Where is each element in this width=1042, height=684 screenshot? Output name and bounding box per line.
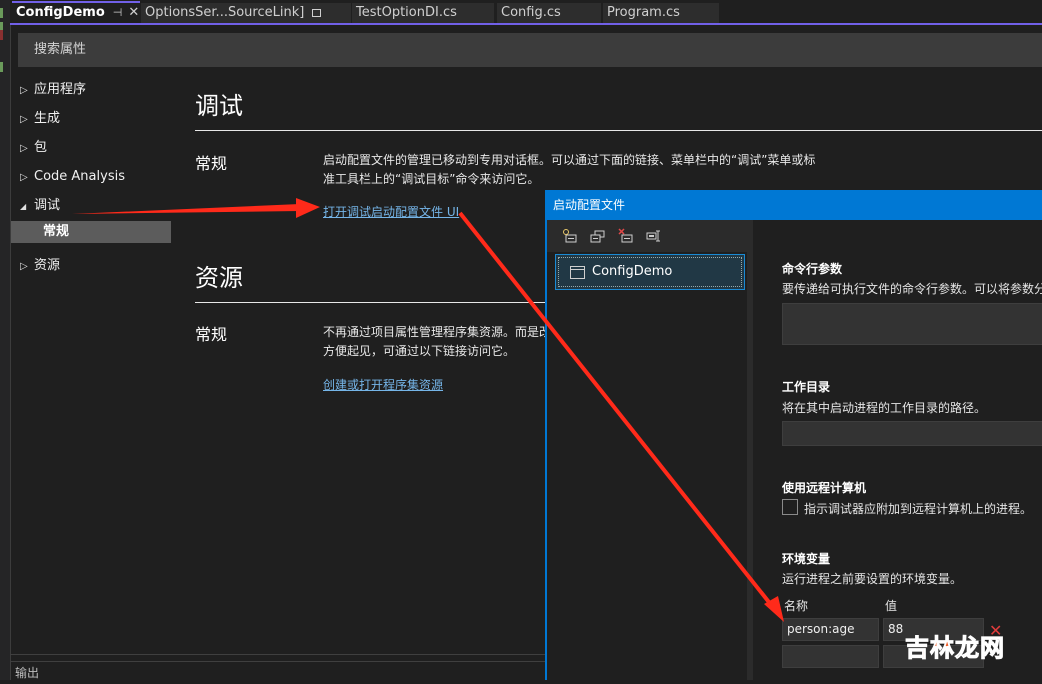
strip-marker <box>0 62 3 72</box>
nav-label: 包 <box>34 140 48 155</box>
delete-profile-icon[interactable] <box>618 228 634 244</box>
nav-label: Code Analysis <box>34 169 125 184</box>
nav-item-debug[interactable]: ◢ 调试 <box>20 195 60 217</box>
cmd-args-label: 命令行参数 <box>782 262 843 276</box>
subsection-title: 常规 <box>195 154 228 173</box>
tab-label: TestOptionDI.cs <box>356 5 457 20</box>
tab-accent-line <box>10 23 1042 25</box>
tab-program[interactable]: Program.cs <box>603 3 719 23</box>
section-description: 不再通过项目属性管理程序集资源。而是改 方便起见，可通过以下链接访问它。 <box>323 323 551 361</box>
nav-item-application[interactable]: ▷ 应用程序 <box>20 79 86 101</box>
pin-icon[interactable]: ⊣ <box>113 6 123 19</box>
desc-line: 准工具栏上的“调试目标”命令来访问它。 <box>323 172 540 186</box>
subsection-title: 常规 <box>195 325 228 344</box>
env-name-input-empty[interactable] <box>782 645 879 668</box>
remote-machine-label: 使用远程计算机 <box>782 481 867 495</box>
copy-profile-icon[interactable] <box>590 228 606 244</box>
nav-label: 资源 <box>34 258 61 273</box>
search-properties-input[interactable]: 搜索属性 <box>18 33 1042 67</box>
expand-icon: ▷ <box>20 143 28 154</box>
watermark: 吉林龙网 <box>905 628 1005 663</box>
nav-item-build[interactable]: ▷ 生成 <box>20 108 60 130</box>
tab-label: OptionsSer...SourceLink] <box>145 5 305 20</box>
env-vars-desc: 运行进程之前要设置的环境变量。 <box>782 572 963 586</box>
cmd-args-desc: 要传递给可执行文件的命令行参数。可以将参数分 <box>782 282 1042 296</box>
nav-label: 调试 <box>34 198 61 213</box>
remote-machine-checkbox[interactable] <box>782 499 798 515</box>
tab-label: Config.cs <box>501 5 561 20</box>
close-icon[interactable]: ✕ <box>128 5 139 20</box>
document-tab-bar: ConfigDemo ⊣ ✕ OptionsSer...SourceLink] Te… <box>10 0 1042 23</box>
nav-item-code-analysis[interactable]: ▷ Code Analysis <box>20 166 125 188</box>
working-dir-input[interactable] <box>782 421 1042 446</box>
nav-label: 应用程序 <box>34 82 87 97</box>
new-profile-icon[interactable] <box>562 228 578 244</box>
section-description: 启动配置文件的管理已移动到专用对话框。可以通过下面的链接、菜单栏中的“调试”菜单… <box>323 151 815 189</box>
section-divider <box>195 130 1042 131</box>
strip-marker <box>0 8 3 18</box>
expand-icon: ▷ <box>20 261 28 272</box>
open-debug-launch-profiles-link[interactable]: 打开调试启动配置文件 UI <box>323 203 459 220</box>
nav-label: 生成 <box>34 111 61 126</box>
panel-divider <box>10 654 546 655</box>
working-dir-label: 工作目录 <box>782 380 831 394</box>
tab-label: ConfigDemo <box>16 5 105 20</box>
env-col-name: 名称 <box>784 599 809 613</box>
section-divider <box>195 302 546 303</box>
window-icon <box>570 266 585 279</box>
output-panel-tab[interactable]: 输出 <box>10 661 546 680</box>
section-title-resources: 资源 <box>195 264 243 292</box>
rename-profile-icon[interactable] <box>646 228 662 244</box>
cmd-args-input[interactable] <box>782 303 1042 345</box>
focus-rect <box>558 257 742 287</box>
nav-item-package[interactable]: ▷ 包 <box>20 137 47 159</box>
collapse-icon: ◢ <box>20 202 27 211</box>
env-vars-label: 环境变量 <box>782 552 831 566</box>
tab-label: Program.cs <box>607 5 680 20</box>
left-tool-strip <box>0 0 11 680</box>
profile-item-configdemo[interactable]: ConfigDemo <box>555 254 745 290</box>
expand-icon: ▷ <box>20 114 28 125</box>
expand-icon: ▷ <box>20 85 28 96</box>
tab-testoptiondi[interactable]: TestOptionDI.cs <box>352 3 494 23</box>
tab-optionsservice[interactable]: OptionsSer...SourceLink] <box>141 3 351 23</box>
nav-item-resources[interactable]: ▷ 资源 <box>20 255 60 277</box>
remote-machine-checkbox-label: 指示调试器应附加到远程计算机上的进程。 <box>804 502 1033 516</box>
desc-line: 启动配置文件的管理已移动到专用对话框。可以通过下面的链接、菜单栏中的“调试”菜单… <box>323 153 816 167</box>
tab-config[interactable]: Config.cs <box>497 3 601 23</box>
arrow-to-link <box>72 198 320 218</box>
expand-icon: ▷ <box>20 172 28 183</box>
env-name-input[interactable]: person:age <box>782 618 879 641</box>
pane-splitter[interactable] <box>747 252 753 680</box>
nav-item-debug-general[interactable]: 常规 <box>11 221 171 243</box>
section-title-debug: 调试 <box>195 92 243 120</box>
desc-line: 方便起见，可通过以下链接访问它。 <box>323 344 516 358</box>
working-dir-desc: 将在其中启动进程的工作目录的路径。 <box>782 401 987 415</box>
watermark-part2: 龙网 <box>955 634 1005 663</box>
dialog-title: 启动配置文件 <box>545 190 1042 220</box>
watermark-part1: 吉林 <box>905 634 955 663</box>
strip-marker <box>0 30 3 40</box>
env-col-value: 值 <box>885 599 898 613</box>
desc-line: 不再通过项目属性管理程序集资源。而是改 <box>323 325 552 339</box>
tab-configdemo[interactable]: ConfigDemo ⊣ ✕ <box>12 1 140 23</box>
lock-icon <box>312 9 322 17</box>
create-open-resources-link[interactable]: 创建或打开程序集资源 <box>323 376 443 393</box>
